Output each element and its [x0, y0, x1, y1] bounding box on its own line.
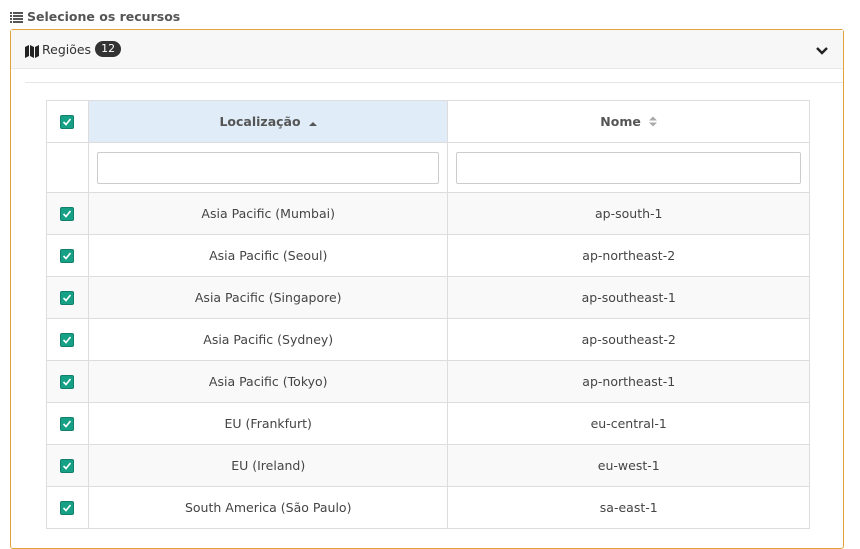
column-header-label: Localização: [219, 113, 301, 129]
row-select-cell[interactable]: [46, 444, 89, 487]
table-row[interactable]: South America (São Paulo) sa-east-1: [46, 486, 810, 529]
sort-icon: [649, 115, 658, 130]
select-all-cell[interactable]: [46, 100, 89, 143]
table-row[interactable]: EU (Ireland) eu-west-1: [46, 444, 810, 487]
location-cell: South America (São Paulo): [87, 486, 449, 529]
row-select-cell[interactable]: [46, 486, 89, 529]
name-cell: ap-south-1: [447, 192, 810, 235]
row-select-cell[interactable]: [46, 360, 89, 403]
sort-asc-icon: [308, 115, 317, 130]
table-row[interactable]: Asia Pacific (Singapore) ap-southeast-1: [46, 276, 810, 319]
name-cell: ap-northeast-2: [447, 234, 810, 277]
table-row[interactable]: Asia Pacific (Seoul) ap-northeast-2: [46, 234, 810, 277]
column-header-name[interactable]: Nome: [447, 100, 810, 143]
row-checkbox[interactable]: [60, 375, 75, 390]
section-header: Selecione os recursos: [10, 8, 180, 24]
divider: [25, 82, 843, 83]
location-cell: EU (Ireland): [87, 444, 449, 487]
name-cell: ap-northeast-1: [447, 360, 810, 403]
name-filter-input[interactable]: [456, 151, 801, 184]
filter-cell-name: [447, 142, 810, 193]
row-checkbox[interactable]: [60, 249, 75, 264]
location-cell: Asia Pacific (Seoul): [87, 234, 449, 277]
select-all-checkbox[interactable]: [60, 115, 75, 130]
row-select-cell[interactable]: [46, 234, 89, 277]
row-select-cell[interactable]: [46, 402, 89, 445]
regions-table: Localização Nome Asia Pacific (Mumbai) a…: [46, 100, 810, 529]
list-icon: [10, 11, 23, 23]
row-select-cell[interactable]: [46, 192, 89, 235]
panel-heading[interactable]: Regiões 12: [11, 30, 843, 69]
row-checkbox[interactable]: [60, 207, 75, 222]
row-checkbox[interactable]: [60, 333, 75, 348]
table-row[interactable]: Asia Pacific (Tokyo) ap-northeast-1: [46, 360, 810, 403]
name-cell: ap-southeast-2: [447, 318, 810, 361]
header-row: Localização Nome: [46, 100, 810, 143]
name-cell: eu-central-1: [447, 402, 810, 445]
location-cell: Asia Pacific (Mumbai): [87, 192, 449, 235]
location-cell: Asia Pacific (Singapore): [87, 276, 449, 319]
map-icon: [25, 43, 39, 58]
column-header-label: Nome: [600, 113, 641, 129]
name-cell: sa-east-1: [447, 486, 810, 529]
row-checkbox[interactable]: [60, 291, 75, 306]
location-cell: Asia Pacific (Tokyo): [87, 360, 449, 403]
location-filter-input[interactable]: [96, 151, 440, 184]
filter-row: [46, 142, 810, 193]
regions-panel: Regiões 12 Localização Nome Asia Pacific…: [10, 29, 844, 549]
panel-title: Regiões: [42, 41, 92, 57]
name-cell: ap-southeast-1: [447, 276, 810, 319]
name-cell: eu-west-1: [447, 444, 810, 487]
table-row[interactable]: EU (Frankfurt) eu-central-1: [46, 402, 810, 445]
filter-spacer: [46, 142, 89, 193]
table-row[interactable]: Asia Pacific (Mumbai) ap-south-1: [46, 192, 810, 235]
filter-cell-location: [87, 142, 449, 193]
row-checkbox[interactable]: [60, 417, 75, 432]
count-badge: 12: [95, 41, 122, 57]
row-checkbox[interactable]: [60, 459, 75, 474]
location-cell: Asia Pacific (Sydney): [87, 318, 449, 361]
chevron-down-icon[interactable]: [815, 42, 829, 55]
row-select-cell[interactable]: [46, 318, 89, 361]
location-cell: EU (Frankfurt): [87, 402, 449, 445]
row-select-cell[interactable]: [46, 276, 89, 319]
row-checkbox[interactable]: [60, 501, 75, 516]
table-row[interactable]: Asia Pacific (Sydney) ap-southeast-2: [46, 318, 810, 361]
section-title: Selecione os recursos: [27, 8, 181, 24]
column-header-location[interactable]: Localização: [87, 100, 449, 143]
